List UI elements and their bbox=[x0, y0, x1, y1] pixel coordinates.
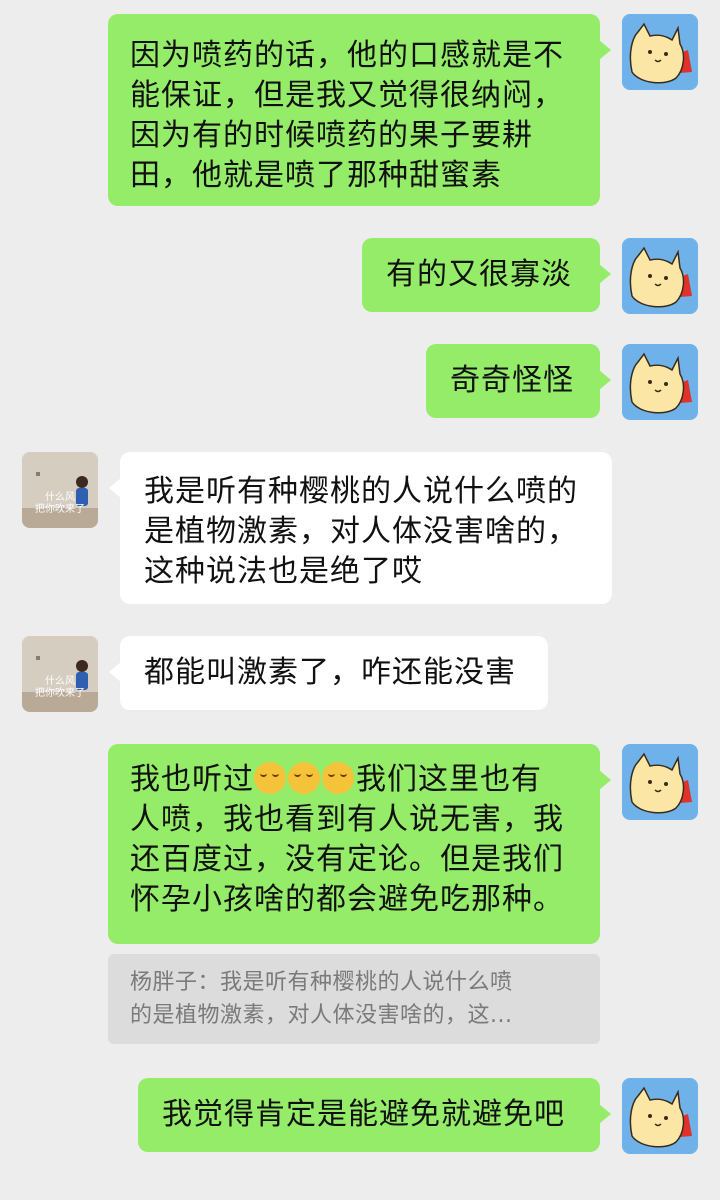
message-bubble-outgoing[interactable]: 我也听过 我们这里也有 人喷，我也看到有人说无害，我 还百度过，没有定论。但是我们… bbox=[108, 744, 611, 944]
cat-avatar[interactable] bbox=[622, 744, 698, 820]
message-bubble-outgoing[interactable]: 有的又很寡淡 bbox=[362, 238, 611, 312]
cat-avatar-icon bbox=[629, 352, 692, 414]
cat-avatar[interactable] bbox=[622, 14, 698, 90]
message-bubble-outgoing[interactable]: 奇奇怪怪 bbox=[426, 344, 611, 418]
cat-avatar-icon bbox=[629, 752, 692, 814]
message-text: 我也听过 我们这里也有 人喷，我也看到有人说无害，我 还百度过，没有定论。但是我们… bbox=[130, 760, 582, 920]
message-bubble-outgoing[interactable]: 我觉得肯定是能避免就避免吧 bbox=[138, 1078, 611, 1152]
message-text: 因为喷药的话，他的口感就是不 能保证，但是我又觉得很纳闷， 因为有的时候喷药的果… bbox=[130, 38, 564, 193]
girl-avatar[interactable]: 什么风 把你吹来了 bbox=[22, 636, 98, 712]
message-text: 有的又很寡淡 bbox=[386, 257, 572, 292]
laughing-crying-emoji-icon bbox=[322, 762, 354, 794]
avatar-caption: 什么风 把你吹来了 bbox=[35, 492, 85, 515]
girl-avatar[interactable]: 什么风 把你吹来了 bbox=[22, 452, 98, 528]
message-text: 都能叫激素了，咋还能没害 bbox=[144, 655, 516, 690]
girl-avatar-photo bbox=[22, 452, 98, 528]
message-text: 奇奇怪怪 bbox=[450, 363, 574, 398]
cat-avatar[interactable] bbox=[622, 344, 698, 420]
girl-avatar-photo bbox=[22, 636, 98, 712]
message-bubble-incoming[interactable]: 我是听有种樱桃的人说什么喷的 是植物激素，对人体没害啥的， 这种说法也是绝了哎 bbox=[109, 452, 612, 604]
laughing-crying-emoji-icon bbox=[254, 762, 286, 794]
quoted-message-text: 杨胖子：我是听有种樱桃的人说什么喷 的是植物激素，对人体没害啥的，这... bbox=[130, 970, 513, 1028]
message-bubble-outgoing[interactable]: 因为喷药的话，他的口感就是不 能保证，但是我又觉得很纳闷， 因为有的时候喷药的果… bbox=[108, 14, 611, 206]
message-text-start: 我也听过 bbox=[130, 762, 254, 797]
cat-avatar-icon bbox=[629, 22, 692, 84]
cat-avatar-icon bbox=[629, 1086, 692, 1148]
cat-avatar[interactable] bbox=[622, 238, 698, 314]
message-text: 我是听有种樱桃的人说什么喷的 是植物激素，对人体没害啥的， 这种说法也是绝了哎 bbox=[144, 474, 578, 589]
avatar-caption: 什么风 把你吹来了 bbox=[35, 676, 85, 699]
quoted-message[interactable]: 杨胖子：我是听有种樱桃的人说什么喷 的是植物激素，对人体没害啥的，这... bbox=[108, 954, 600, 1044]
message-bubble-incoming[interactable]: 都能叫激素了，咋还能没害 bbox=[109, 636, 548, 710]
cat-avatar[interactable] bbox=[622, 1078, 698, 1154]
message-text: 我觉得肯定是能避免就避免吧 bbox=[162, 1097, 565, 1132]
laughing-crying-emoji-icon bbox=[288, 762, 320, 794]
cat-avatar-icon bbox=[629, 246, 692, 308]
